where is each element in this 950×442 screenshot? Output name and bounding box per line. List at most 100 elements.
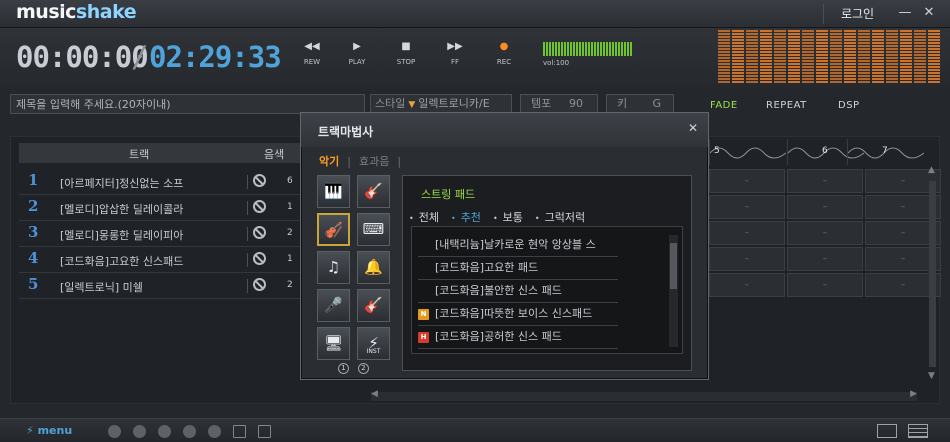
stop-button[interactable]: ■ STOP — [388, 40, 424, 66]
volume-meter[interactable] — [543, 42, 633, 56]
repeat-button[interactable]: REPEAT — [766, 100, 807, 111]
track-number: 4 — [28, 249, 39, 267]
list-scrollbar[interactable] — [669, 235, 678, 347]
scroll-thumb[interactable] — [929, 181, 936, 367]
style-select[interactable]: 스타일 ▼ 일렉트로니카/E — [370, 94, 512, 114]
mute-icon[interactable] — [253, 278, 266, 291]
vertical-scrollbar[interactable]: ▲ ▼ — [928, 165, 938, 385]
track-tone[interactable]: 6 — [287, 176, 293, 186]
filter-all[interactable]: 전체 — [409, 211, 439, 224]
list-item[interactable]: N [코드화음]따뜻한 보이스 신스패드 — [418, 304, 618, 326]
total-time: 02:29:33 — [149, 40, 282, 74]
pattern-cell[interactable]: – — [787, 247, 863, 271]
spectrum-column — [760, 30, 772, 84]
rewind-button[interactable]: ◀◀ REW — [294, 40, 330, 66]
scroll-down-icon[interactable]: ▼ — [928, 371, 935, 381]
view-window-icon[interactable] — [877, 424, 897, 438]
song-title-input[interactable] — [10, 94, 365, 114]
close-icon[interactable]: ✕ — [688, 121, 698, 135]
mute-icon[interactable] — [253, 200, 266, 213]
scroll-up-icon[interactable]: ▲ — [928, 165, 935, 175]
mute-icon[interactable] — [253, 252, 266, 265]
horizontal-scrollbar[interactable]: ◀ ▶ — [371, 389, 917, 401]
waveform-icon — [710, 147, 786, 159]
key-field[interactable]: 키G — [606, 94, 674, 114]
key-value: G — [652, 97, 661, 110]
track-row[interactable]: 3 [멜로디]몽롱한 딜레이피아 2 — [19, 221, 309, 247]
volume-bar — [591, 42, 593, 56]
electric-guitar-icon[interactable]: 🎸 — [357, 289, 390, 322]
pattern-cell[interactable]: – — [709, 221, 785, 245]
view-list-icon[interactable] — [908, 424, 928, 438]
page-2-button[interactable]: 2 — [358, 363, 369, 374]
fast-forward-button[interactable]: ▶▶ FF — [437, 40, 473, 66]
dsp-button[interactable]: DSP — [838, 100, 860, 111]
track-row[interactable]: 1 [아르페지터]정신없는 소프 6 — [19, 169, 309, 195]
track-tone[interactable]: 2 — [287, 280, 293, 290]
rewind-icon: ◀◀ — [304, 41, 320, 52]
close-icon[interactable]: ✕ — [920, 4, 938, 22]
track-row[interactable]: 2 [멜로디]압삽한 딜레이콜라 1 — [19, 195, 309, 221]
login-button[interactable]: 로그인 — [823, 4, 891, 24]
page-1-button[interactable]: 1 — [338, 363, 349, 374]
toolbar-disc-icon[interactable] — [108, 425, 121, 438]
tab-separator: | — [397, 155, 402, 168]
volume-bar — [561, 42, 563, 56]
pattern-cell[interactable]: – — [709, 273, 785, 297]
category-heading: 스트링 패드 — [421, 188, 476, 201]
fade-button[interactable]: FADE — [710, 100, 738, 111]
tab-instrument[interactable]: 악기 — [319, 155, 339, 168]
track-tone[interactable]: 2 — [287, 228, 293, 238]
spectrum-column — [718, 30, 730, 84]
microphone-icon[interactable]: 🎤 — [317, 289, 350, 322]
spectrum-column — [830, 30, 842, 84]
music-notes-icon[interactable]: ♫ — [317, 251, 350, 284]
inst-lightning-icon[interactable]: ⚡ INST — [357, 327, 390, 360]
list-item[interactable]: [코드화음]불안한 신스 패드 — [418, 281, 618, 303]
filter-so-so[interactable]: 그럭저럭 — [535, 211, 585, 224]
record-button[interactable]: ● REC — [486, 40, 522, 66]
synth-keyboard-icon[interactable]: ⌨ — [357, 213, 390, 246]
computer-icon[interactable]: 🖥 — [317, 327, 350, 360]
filter-recommended[interactable]: 추천 — [451, 211, 481, 224]
scroll-thumb[interactable] — [670, 243, 677, 289]
mute-icon[interactable] — [253, 226, 266, 239]
pattern-cell[interactable]: – — [787, 221, 863, 245]
timeline-marker[interactable]: 7 — [847, 139, 924, 165]
pattern-cell[interactable]: – — [787, 169, 863, 193]
track-row[interactable]: 5 [일렉트로닉] 미쉘 2 — [19, 273, 309, 299]
pattern-cell[interactable]: – — [709, 247, 785, 271]
divider — [247, 201, 248, 215]
scroll-left-icon[interactable]: ◀ — [371, 389, 378, 399]
toolbar-disc-icon[interactable] — [133, 425, 146, 438]
export-icon[interactable] — [258, 425, 271, 438]
play-button[interactable]: ▶ PLAY — [339, 40, 375, 66]
list-item[interactable]: [코드화음]고요한 패드 — [418, 258, 618, 280]
timeline-marker[interactable]: 5 — [709, 139, 786, 165]
window-icon[interactable] — [233, 425, 246, 438]
tab-effects[interactable]: 효과음 — [359, 155, 389, 168]
list-item[interactable]: H [코드화음]공허한 신스 패드 — [418, 327, 618, 349]
acoustic-guitar-icon[interactable]: 🎸 — [357, 175, 390, 208]
track-tone[interactable]: 1 — [287, 254, 293, 264]
filter-normal[interactable]: 보통 — [493, 211, 523, 224]
pattern-cell[interactable]: – — [709, 169, 785, 193]
piano-icon[interactable]: 🎹 — [317, 175, 350, 208]
pattern-cell[interactable]: – — [787, 273, 863, 297]
pattern-cell[interactable]: – — [787, 195, 863, 219]
strings-icon[interactable]: 🎻 — [317, 213, 350, 246]
track-row[interactable]: 4 [코드화음]고요한 신스패드 1 — [19, 247, 309, 273]
tempo-field[interactable]: 템포 90 — [520, 94, 598, 114]
scroll-right-icon[interactable]: ▶ — [910, 389, 917, 399]
minimize-icon[interactable]: — — [896, 4, 914, 22]
track-tone[interactable]: 1 — [287, 202, 293, 212]
list-item[interactable]: [내택리늄]날카로운 현악 앙상블 스 — [418, 235, 618, 257]
dialog-title-bar: 트랙마법사 ✕ — [301, 113, 708, 147]
bell-icon[interactable]: 🔔 — [357, 251, 390, 284]
pattern-cell[interactable]: – — [709, 195, 785, 219]
menu-button[interactable]: ⚡ menu — [26, 424, 72, 437]
mute-icon[interactable] — [253, 174, 266, 187]
toolbar-disc-icon[interactable] — [183, 425, 196, 438]
toolbar-disc-icon[interactable] — [208, 425, 221, 438]
toolbar-disc-icon[interactable] — [158, 425, 171, 438]
